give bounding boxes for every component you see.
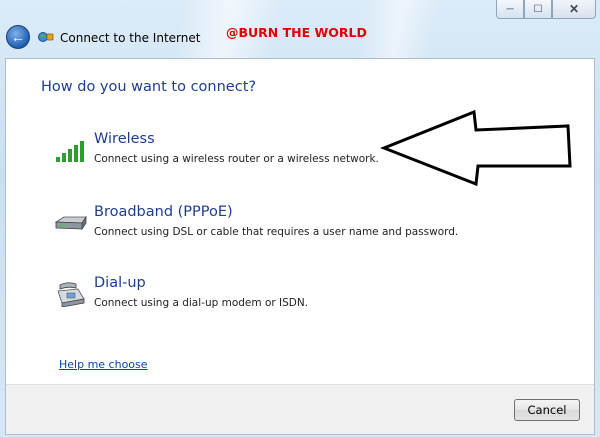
- option-description: Connect using DSL or cable that requires…: [94, 226, 459, 238]
- caption-buttons: ─ ☐ ✕: [496, 0, 596, 20]
- footer-bar: [6, 384, 594, 434]
- option-description: Connect using a wireless router or a wir…: [94, 153, 379, 165]
- wireless-signal-icon: [56, 141, 84, 162]
- network-icon: [38, 32, 54, 42]
- help-me-choose-link[interactable]: Help me choose: [59, 358, 148, 371]
- option-dialup[interactable]: Dial-up Connect using a dial-up modem or…: [54, 275, 454, 321]
- maximize-button[interactable]: ☐: [524, 0, 552, 19]
- back-button[interactable]: ←: [6, 25, 30, 49]
- watermark-text: @BURN THE WORLD: [226, 25, 367, 40]
- dialup-phone-icon: [57, 282, 85, 307]
- option-description: Connect using a dial-up modem or ISDN.: [94, 297, 309, 309]
- option-title: Broadband (PPPoE): [94, 204, 233, 220]
- cancel-button[interactable]: Cancel: [514, 399, 580, 421]
- broadband-modem-icon: [54, 215, 87, 231]
- option-title: Dial-up: [94, 275, 146, 291]
- back-arrow-icon: ←: [11, 29, 25, 45]
- option-title: Wireless: [94, 131, 155, 147]
- option-broadband[interactable]: Broadband (PPPoE) Connect using DSL or c…: [54, 204, 458, 250]
- annotation-arrow-icon: [380, 109, 572, 186]
- page-heading: How do you want to connect?: [41, 79, 257, 95]
- close-button[interactable]: ✕: [552, 0, 596, 19]
- minimize-button[interactable]: ─: [496, 0, 524, 19]
- window-title: Connect to the Internet: [60, 31, 201, 45]
